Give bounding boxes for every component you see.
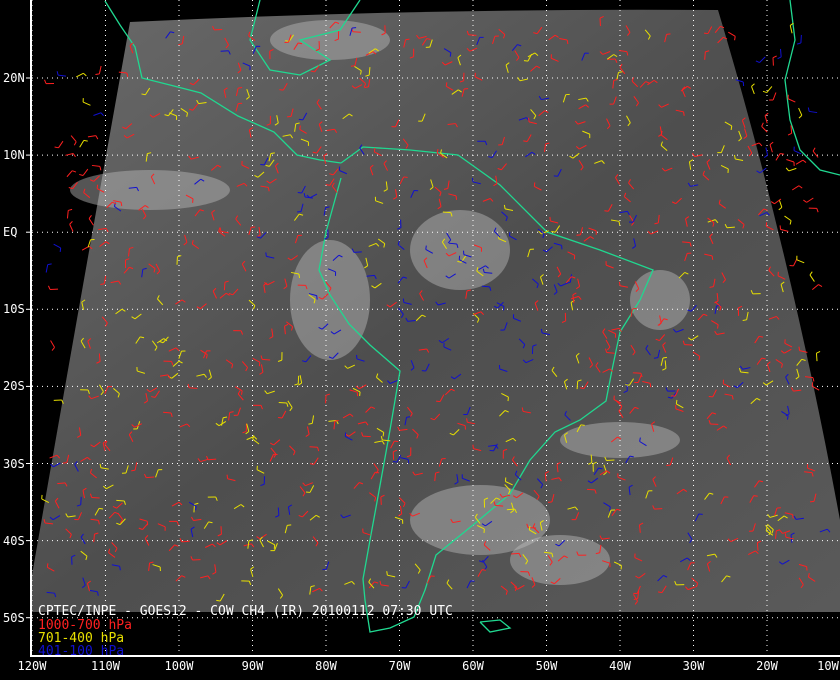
wind-barb (47, 285, 59, 290)
wind-barb (803, 197, 814, 203)
satellite-map (26, 0, 840, 657)
cloud (70, 170, 230, 210)
wind-barb (772, 55, 777, 66)
latitude-label: 10N (3, 148, 25, 163)
wind-barb (811, 284, 823, 290)
wind-barb (769, 141, 774, 153)
latitude-label: 10S (3, 302, 25, 317)
longitude-label: 50W (535, 659, 558, 673)
wind-barb (91, 164, 102, 171)
longitude-label: 40W (609, 659, 631, 673)
wind-barb (763, 147, 769, 158)
longitude-label: 90W (241, 659, 264, 673)
wind-barb (779, 225, 789, 232)
wind-barb (88, 215, 94, 226)
wind-barb (56, 71, 67, 77)
longitude-label: 30W (682, 659, 705, 673)
latitude-label: 30S (3, 456, 25, 471)
longitude-label: 20W (756, 659, 778, 673)
wind-barb (44, 79, 55, 85)
cloud (290, 240, 370, 360)
wind-barb (796, 255, 805, 264)
wind-barb (764, 112, 769, 124)
wind-barb (809, 271, 815, 282)
wind-barb (762, 86, 773, 94)
wind-barb (79, 139, 88, 148)
wind-barb (66, 170, 77, 178)
longitude-label: 10W (817, 659, 839, 673)
legend-high-level: 401-100 hPa (38, 644, 125, 659)
wind-barb (755, 56, 766, 63)
wind-barb (76, 72, 87, 78)
wind-barb (751, 83, 755, 95)
wind-barb (87, 135, 99, 140)
longitude-label: 100W (164, 659, 194, 673)
wind-barb (53, 399, 64, 404)
cloud (410, 210, 510, 290)
wind-barb (807, 107, 818, 114)
wind-barb (786, 159, 795, 167)
wind-barb (785, 167, 797, 172)
wind-barb (53, 243, 62, 252)
wind-barb (93, 112, 104, 117)
longitude-label: 70W (388, 659, 411, 673)
wind-barb (791, 185, 803, 191)
wind-barb (787, 125, 793, 136)
falklands-coast (479, 619, 512, 633)
wind-barb (777, 48, 782, 60)
wind-barb (50, 340, 55, 351)
latitude-label: 20S (3, 379, 25, 394)
wind-barb (65, 153, 76, 158)
wind-barb (82, 98, 91, 106)
cloud (630, 270, 690, 330)
wind-barb (787, 94, 796, 103)
latitude-label: 20N (3, 71, 25, 85)
wind-barb (778, 199, 783, 211)
wind-barb (808, 207, 819, 213)
wind-barb (795, 159, 807, 165)
latitude-label: EQ (3, 225, 18, 240)
wind-barb (796, 34, 802, 45)
wind-barb (45, 263, 52, 273)
wind-barb (812, 147, 819, 158)
wind-barb (789, 258, 798, 267)
wind-barb (728, 31, 736, 41)
longitude-label: 80W (315, 659, 337, 673)
wind-barb (798, 107, 803, 119)
longitude-label: 110W (91, 659, 120, 673)
latitude-label: 50S (3, 610, 25, 625)
wind-barb (70, 135, 77, 146)
cloud (270, 20, 390, 60)
longitude-label: 120W (17, 659, 47, 673)
latitude-label: 40S (3, 533, 25, 548)
wind-barb (815, 350, 821, 362)
wind-barb (775, 153, 785, 161)
wind-barb (761, 122, 768, 133)
wind-barb (69, 221, 74, 232)
wind-barb (769, 92, 777, 101)
image-title: CPTEC/INPE - GOES12 - COW CH4 (IR) 20100… (38, 604, 453, 619)
wind-barb (784, 215, 792, 225)
wind-barb (66, 208, 73, 219)
wind-barb (79, 168, 89, 176)
longitude-label: 60W (462, 659, 484, 673)
wind-barb (95, 65, 102, 75)
wind-barb (54, 140, 64, 149)
africa-coastline (784, 0, 840, 176)
